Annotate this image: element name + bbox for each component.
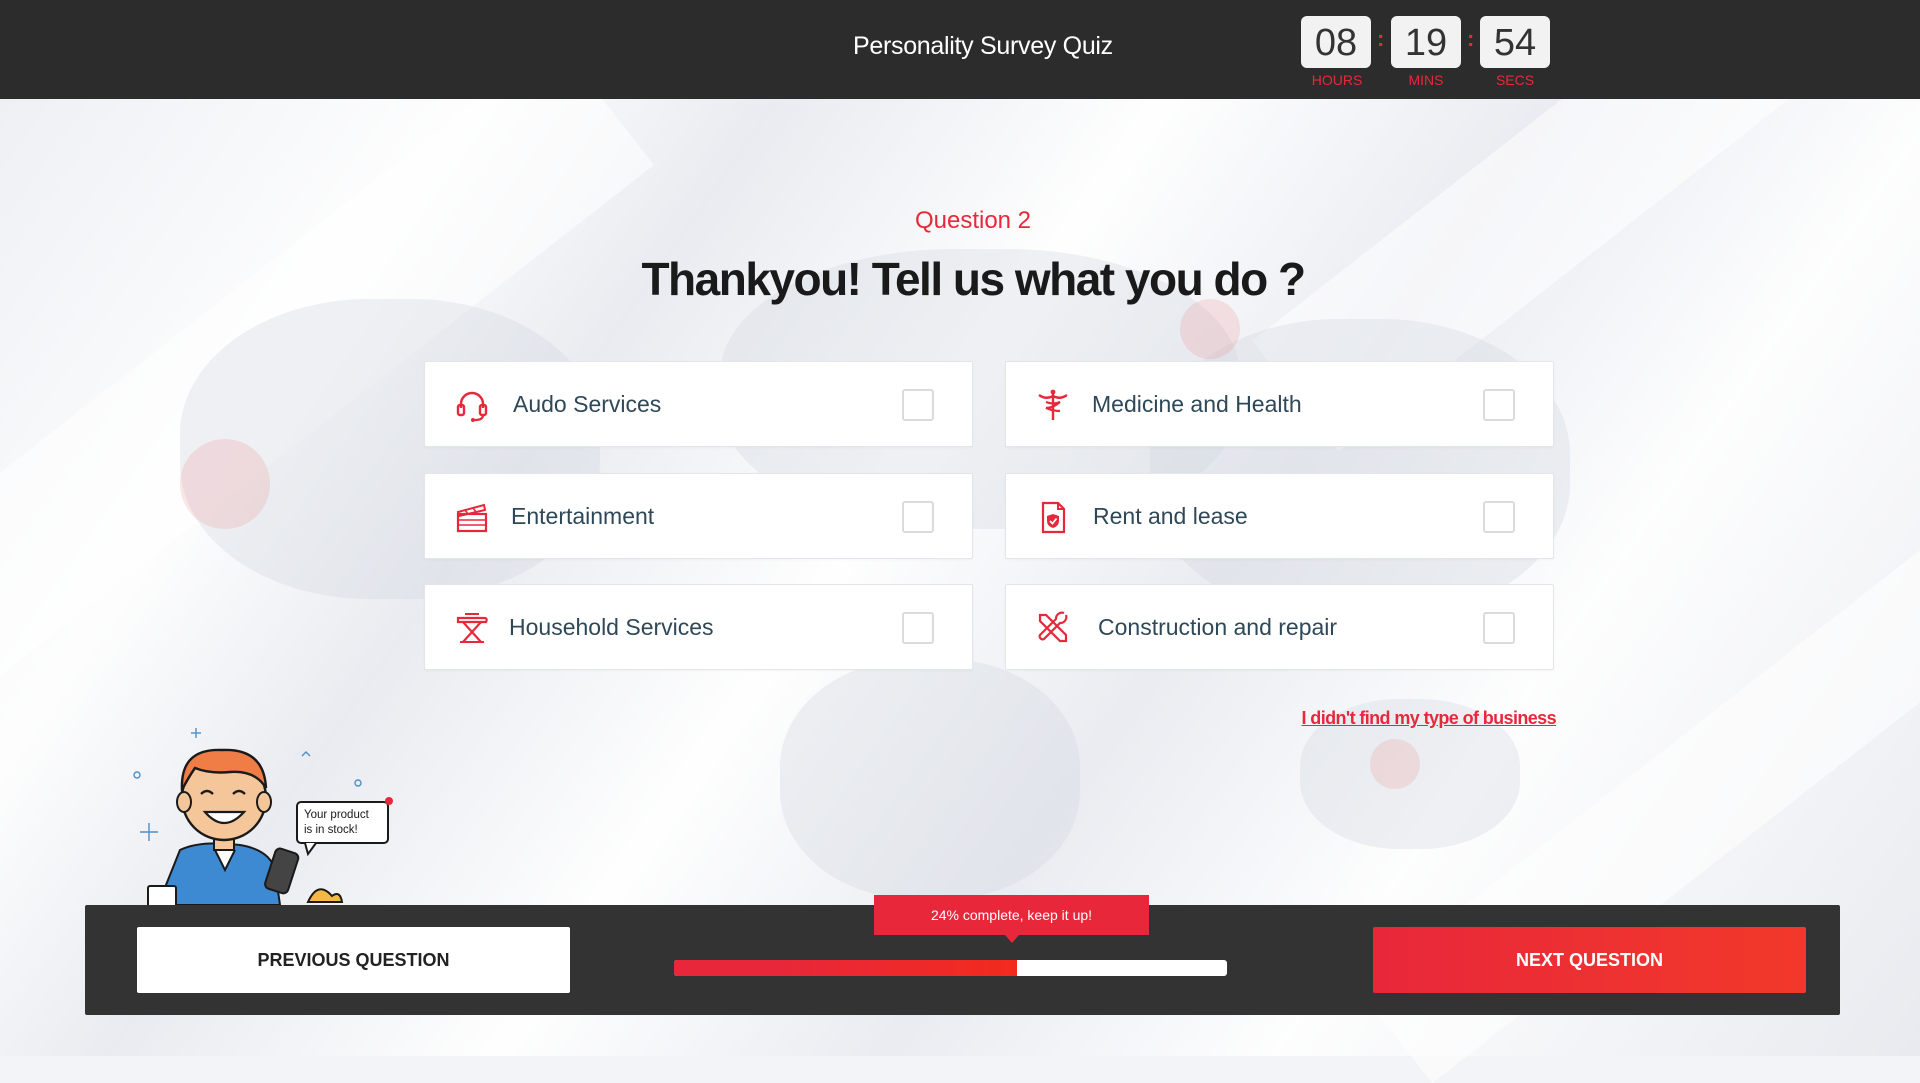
timer-mins: 19 [1391,16,1461,68]
timer-separator: : [1467,26,1475,51]
option-entertainment[interactable]: Entertainment [424,473,973,559]
timer-hours-label: HOURS [1311,72,1363,88]
speech-line-2: is in stock! [304,824,358,836]
tools-icon [1038,611,1068,643]
next-question-button[interactable]: NEXT QUESTION [1373,927,1806,993]
world-map-shape [780,659,1080,899]
timer-secs: 54 [1480,16,1550,68]
map-marker [180,439,270,529]
speech-bubble: Your product is in stock! [296,797,393,857]
option-audio-services[interactable]: Audo Services [424,361,973,447]
quiz-title: Personality Survey Quiz [853,32,1113,60]
option-medicine-health[interactable]: Medicine and Health [1005,361,1554,447]
option-checkbox[interactable] [1483,389,1515,421]
map-marker [1180,299,1240,359]
progress-bar [674,960,1227,976]
previous-question-button[interactable]: PREVIOUS QUESTION [137,927,570,993]
speech-line-1: Your product [304,809,370,821]
map-marker [1370,739,1420,789]
option-label: Entertainment [511,503,655,529]
option-label: Rent and lease [1093,503,1248,529]
caduceus-icon [1038,389,1068,420]
top-bar: Personality Survey Quiz 08 : 19 : 54 HOU… [0,0,1920,99]
option-checkbox[interactable] [902,389,934,421]
ironing-board-icon [456,613,488,643]
footer-bar: PREVIOUS QUESTION 24% complete, keep it … [85,895,1840,1015]
option-label: Audo Services [513,391,662,417]
option-label: Construction and repair [1098,614,1338,640]
option-label: Medicine and Health [1092,391,1302,417]
option-checkbox[interactable] [1483,501,1515,533]
option-checkbox[interactable] [1483,612,1515,644]
document-shield-icon [1041,501,1066,534]
timer-separator: : [1377,26,1385,51]
business-not-found-link[interactable]: I didn't find my type of business [1302,708,1557,729]
question-number: Question 2 [914,207,1032,234]
question-title: Thankyou! Tell us what you do ? [641,253,1306,305]
character-illustration: Your product is in stock! [110,728,393,909]
option-checkbox[interactable] [902,501,934,533]
option-construction-repair[interactable]: Construction and repair [1005,584,1554,670]
headset-icon [456,391,488,422]
clapperboard-icon [456,503,488,533]
option-household-services[interactable]: Household Services [424,584,973,670]
option-checkbox[interactable] [902,612,934,644]
timer-secs-label: SECS [1495,72,1535,88]
option-label: Household Services [509,614,714,640]
option-rent-lease[interactable]: Rent and lease [1005,473,1554,559]
progress-fill [674,960,1017,976]
progress-tooltip: 24% complete, keep it up! [874,895,1149,943]
timer-mins-label: MINS [1408,72,1444,88]
timer-hours: 08 [1301,16,1371,68]
